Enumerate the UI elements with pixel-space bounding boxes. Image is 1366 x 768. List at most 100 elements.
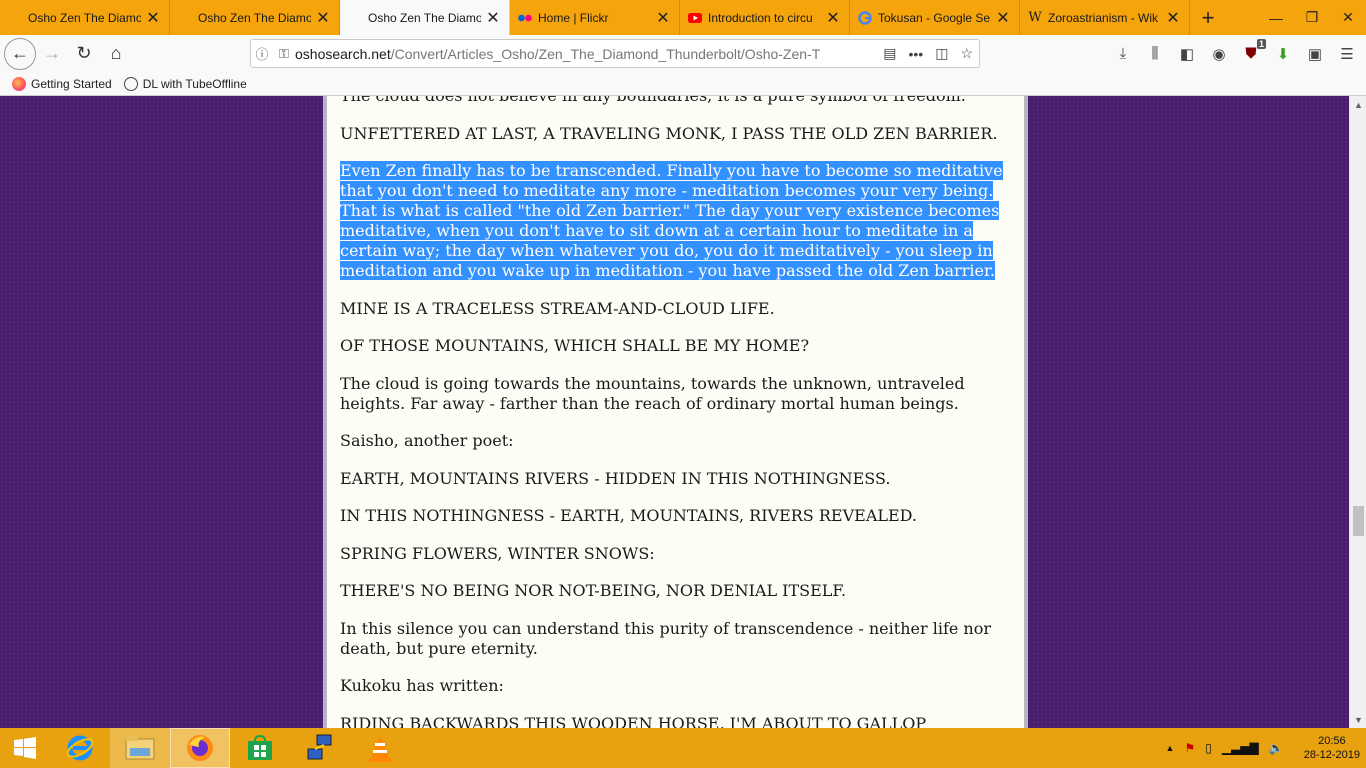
article-text: The cloud does not believe in any bounda… — [340, 96, 1015, 728]
bookmark-star-icon[interactable]: ☆ — [960, 45, 973, 62]
globe-icon — [123, 76, 138, 91]
close-icon[interactable]: ✕ — [655, 8, 671, 28]
new-tab-button[interactable]: + — [1190, 0, 1226, 35]
extension-icon[interactable]: ▣ — [1304, 45, 1326, 63]
info-icon[interactable]: ⓘ — [251, 44, 273, 63]
article-paragraph: The cloud does not believe in any bounda… — [340, 96, 1015, 106]
paragraph-text: The cloud does not believe in any bounda… — [340, 96, 966, 105]
store-icon[interactable] — [230, 728, 290, 768]
download-helper-icon[interactable]: ⬇ — [1272, 45, 1294, 63]
paragraph-text: EARTH, MOUNTAINS RIVERS - HIDDEN IN THIS… — [340, 468, 891, 488]
home-button[interactable]: ⌂ — [100, 38, 132, 70]
ublock-icon[interactable]: ⛊ 1 — [1240, 39, 1266, 62]
scroll-up-icon[interactable]: ▲ — [1350, 96, 1366, 113]
article-paragraph: UNFETTERED AT LAST, A TRAVELING MONK, I … — [340, 124, 1015, 144]
system-tray: ▲ ⚑ ▯ ▁▃▅▇ 🔈 20:56 28-12-2019 — [1166, 728, 1360, 768]
navigation-bar: ← → ↻ ⌂ ⓘ ⚿ oshosearch.net/Convert/Artic… — [0, 35, 1366, 72]
close-icon[interactable]: ✕ — [315, 8, 331, 28]
bookmark-label: DL with TubeOffline — [142, 76, 247, 91]
bookmark-tubeoffline[interactable]: DL with TubeOffline — [123, 76, 247, 91]
youtube-icon — [688, 11, 702, 25]
paragraph-text: THERE'S NO BEING NOR NOT-BEING, NOR DENI… — [340, 581, 847, 600]
vlc-icon[interactable] — [350, 728, 410, 768]
reload-button[interactable]: ↻ — [68, 38, 100, 70]
paragraph-text: In this silence you can understand this … — [340, 618, 991, 658]
article-paragraph: OF THOSE MOUNTAINS, WHICH SHALL BE MY HO… — [340, 336, 1015, 356]
tab-title: Osho Zen The Diamond — [368, 10, 481, 25]
minimize-icon[interactable]: — — [1258, 0, 1294, 35]
wikipedia-icon: W — [1028, 10, 1042, 25]
restore-icon[interactable]: ❐ — [1294, 0, 1330, 35]
battery-icon[interactable]: ▯ — [1205, 741, 1212, 755]
menu-icon[interactable]: ☰ — [1336, 45, 1358, 63]
bookmark-label: Getting Started — [31, 76, 112, 91]
tab-osho-2[interactable]: Osho Zen The Diamond ✕ — [170, 0, 340, 35]
sidebar-icon[interactable]: ◧ — [1176, 45, 1198, 63]
article-paragraph: SPRING FLOWERS, WINTER SNOWS: — [340, 544, 1015, 564]
close-icon[interactable]: ✕ — [995, 8, 1011, 28]
paragraph-text: SPRING FLOWERS, WINTER SNOWS: — [340, 543, 655, 563]
scroll-down-icon[interactable]: ▼ — [1350, 711, 1366, 728]
forward-button[interactable]: → — [36, 38, 68, 70]
paragraph-text: Saisho, another poet: — [340, 431, 514, 450]
address-bar[interactable]: ⓘ ⚿ oshosearch.net/Convert/Articles_Osho… — [250, 39, 980, 68]
page-viewport: The cloud does not believe in any bounda… — [0, 96, 1349, 728]
ublock-badge: 1 — [1256, 39, 1266, 49]
vertical-scrollbar[interactable]: ▲ ▼ — [1349, 96, 1366, 728]
close-icon[interactable]: ✕ — [825, 8, 841, 28]
page-actions-icon[interactable]: ••• — [908, 46, 923, 62]
article-page: The cloud does not believe in any bounda… — [323, 96, 1028, 728]
close-window-icon[interactable]: ✕ — [1330, 0, 1366, 35]
tab-flickr[interactable]: Home | Flickr ✕ — [510, 0, 680, 35]
library-icon[interactable]: ⫼ — [1144, 45, 1166, 62]
close-icon[interactable]: ✕ — [145, 8, 161, 28]
tracking-icon[interactable]: ⚿ — [273, 46, 295, 62]
network-tool-icon[interactable] — [290, 728, 350, 768]
firefox-taskbar-icon[interactable] — [170, 728, 230, 768]
close-icon[interactable]: ✕ — [1165, 8, 1181, 28]
article-paragraph: Kukoku has written: — [340, 676, 1015, 696]
tab-osho-active[interactable]: Osho Zen The Diamond ✕ — [340, 0, 510, 35]
article-paragraph: In this silence you can understand this … — [340, 619, 1015, 659]
clock[interactable]: 20:56 28-12-2019 — [1304, 734, 1360, 762]
signal-icon[interactable]: ▁▃▅▇ — [1222, 741, 1259, 755]
tab-title: Zoroastrianism - Wik — [1048, 10, 1159, 25]
show-hidden-icons-icon[interactable]: ▲ — [1166, 743, 1175, 753]
google-icon — [858, 10, 872, 25]
back-button[interactable]: ← — [4, 37, 36, 70]
start-icon[interactable] — [0, 728, 50, 768]
paragraph-text: RIDING BACKWARDS THIS WOODEN HORSE, I'M … — [340, 713, 927, 729]
tab-title: Home | Flickr — [538, 10, 609, 25]
tab-title: Osho Zen The Diamond — [28, 10, 141, 25]
article-paragraph: MINE IS A TRACELESS STREAM-AND-CLOUD LIF… — [340, 299, 1015, 319]
clock-time: 20:56 — [1318, 735, 1346, 747]
paragraph-text: IN THIS NOTHINGNESS - EARTH, MOUNTAINS, … — [340, 506, 918, 525]
tab-youtube[interactable]: Introduction to circu ✕ — [680, 0, 850, 35]
tab-google[interactable]: Tokusan - Google Se ✕ — [850, 0, 1020, 35]
selected-paragraph: Even Zen finally has to be transcended. … — [340, 161, 1015, 281]
article-paragraph: IN THIS NOTHINGNESS - EARTH, MOUNTAINS, … — [340, 506, 1015, 526]
volume-icon[interactable]: 🔈 — [1269, 741, 1284, 755]
paragraph-text: Even Zen finally has to be transcended. … — [340, 161, 1003, 280]
account-icon[interactable]: ◉ — [1208, 45, 1230, 63]
tab-title: Introduction to circu — [708, 10, 813, 25]
osho-favicon — [178, 11, 192, 25]
reader-view-icon[interactable]: ▤ — [883, 45, 896, 62]
action-center-flag-icon[interactable]: ⚑ — [1184, 741, 1195, 755]
scrollbar-thumb[interactable] — [1353, 506, 1364, 536]
article-paragraph: Saisho, another poet: — [340, 431, 1015, 451]
taskbar: ▲ ⚑ ▯ ▁▃▅▇ 🔈 20:56 28-12-2019 — [0, 728, 1366, 768]
close-icon[interactable]: ✕ — [485, 8, 501, 28]
article-paragraph: EARTH, MOUNTAINS RIVERS - HIDDEN IN THIS… — [340, 469, 1015, 489]
tab-osho-1[interactable]: Osho Zen The Diamond ✕ — [0, 0, 170, 35]
tab-strip: Osho Zen The Diamond ✕ Osho Zen The Diam… — [0, 0, 1366, 35]
pocket-icon[interactable]: ◫ — [935, 45, 948, 62]
article-paragraph: RIDING BACKWARDS THIS WOODEN HORSE, I'M … — [340, 714, 1015, 729]
paragraph-text: OF THOSE MOUNTAINS, WHICH SHALL BE MY HO… — [340, 336, 810, 355]
internet-explorer-icon[interactable] — [50, 728, 110, 768]
download-icon[interactable]: ⤓ — [1112, 45, 1134, 62]
url-host: oshosearch.net — [295, 45, 391, 62]
file-explorer-icon[interactable] — [110, 728, 170, 768]
bookmark-getting-started[interactable]: Getting Started — [12, 76, 112, 91]
tab-wikipedia[interactable]: W Zoroastrianism - Wik ✕ — [1020, 0, 1190, 35]
